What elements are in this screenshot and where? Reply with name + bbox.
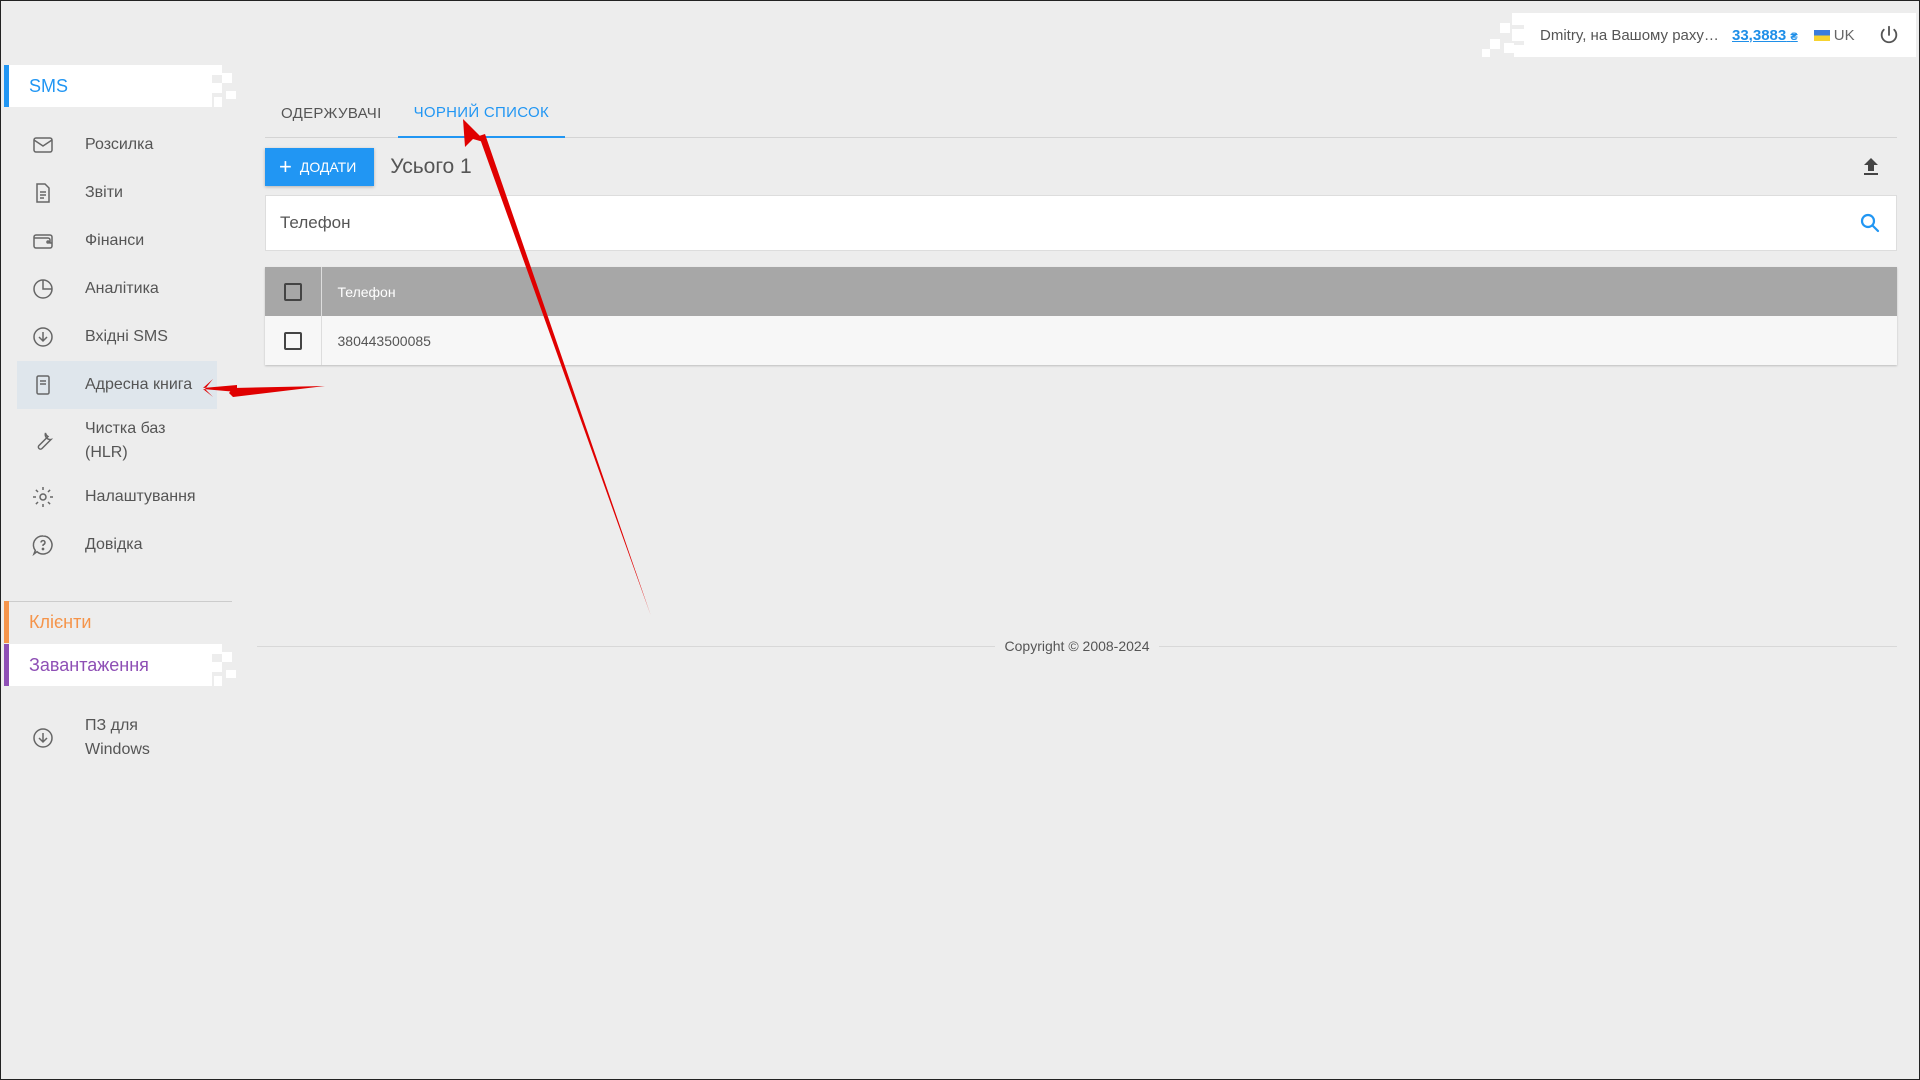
tab-bar: ОДЕРЖУВАЧІ ЧОРНИЙ СПИСОК <box>265 89 1897 138</box>
sidebar-item-label: Звіти <box>85 184 123 201</box>
sidebar-item-incoming-sms[interactable]: Вхідні SMS <box>17 313 217 361</box>
plus-icon: + <box>279 154 292 179</box>
sidebar-downloads-nav: ПЗ для Windows <box>17 706 217 770</box>
tab-blacklist[interactable]: ЧОРНИЙ СПИСОК <box>397 89 565 138</box>
select-all-cell <box>265 267 322 316</box>
tab-recipients[interactable]: ОДЕРЖУВАЧІ <box>265 89 398 137</box>
sidebar-item-label: ПЗ для Windows <box>85 717 150 758</box>
power-icon[interactable] <box>1878 24 1900 46</box>
phone-search-input[interactable] <box>280 213 1858 233</box>
envelope-icon <box>33 137 53 153</box>
sidebar-item-settings[interactable]: Налаштування <box>17 473 217 521</box>
sidebar-item-label: Налаштування <box>85 488 196 505</box>
sidebar-item-label: Фінанси <box>85 232 145 249</box>
sidebar-section-label: SMS <box>29 75 69 96</box>
add-button[interactable]: + ДОДАТИ <box>265 148 375 186</box>
total-count: Усього 1 <box>390 155 472 178</box>
sidebar: SMS Розсилка Звіти Фінанси Аналітика Вхі… <box>1 1 236 1080</box>
user-bar: Dmitry, на Вашому рахунку 33,3883 ₴ UK <box>1482 13 1916 57</box>
phone-cell: 380443500085 <box>337 332 431 349</box>
sidebar-item-mailing[interactable]: Розсилка <box>17 121 217 169</box>
pixel-decoration <box>200 644 236 686</box>
search-bar <box>265 195 1897 251</box>
language-selector[interactable]: UK <box>1813 26 1855 44</box>
download-circle-icon <box>33 728 53 748</box>
balance-link[interactable]: 33,3883 ₴ <box>1732 27 1798 44</box>
copyright-text: Copyright © 2008-2024 <box>994 638 1160 654</box>
column-header-phone[interactable]: Телефон <box>321 267 1897 316</box>
wrench-icon <box>37 432 54 450</box>
table-row[interactable]: 380443500085 <box>265 316 1897 365</box>
document-icon <box>36 183 50 203</box>
sidebar-item-label: Вхідні SMS <box>85 328 168 345</box>
select-all-checkbox[interactable] <box>283 282 302 301</box>
sidebar-item-address-book[interactable]: Адресна книга <box>17 361 217 409</box>
download-circle-icon <box>33 327 53 347</box>
sidebar-nav: Розсилка Звіти Фінанси Аналітика Вхідні … <box>17 121 217 569</box>
sidebar-item-reports[interactable]: Звіти <box>17 169 217 217</box>
wallet-icon <box>33 234 53 249</box>
sidebar-item-label: Чистка баз (HLR) <box>85 420 166 461</box>
table-header-row: Телефон <box>265 267 1897 316</box>
sidebar-item-windows-software[interactable]: ПЗ для Windows <box>17 706 217 770</box>
sidebar-section-sms[interactable]: SMS <box>4 65 236 107</box>
row-checkbox[interactable] <box>283 331 302 350</box>
main-content: ОДЕРЖУВАЧІ ЧОРНИЙ СПИСОК + ДОДАТИ Усього… <box>265 89 1897 365</box>
sidebar-item-label: Аналітика <box>85 280 159 297</box>
footer: Copyright © 2008-2024 <box>257 638 1897 665</box>
pie-chart-icon <box>33 279 53 299</box>
help-icon <box>32 535 53 557</box>
book-icon <box>36 375 50 395</box>
sidebar-section-downloads[interactable]: Завантаження <box>4 644 236 686</box>
row-select-cell <box>265 316 322 365</box>
add-button-label: ДОДАТИ <box>299 159 357 175</box>
sidebar-section-clients[interactable]: Клієнти <box>4 601 200 643</box>
pixel-decoration <box>1482 13 1524 57</box>
search-icon[interactable] <box>1858 211 1882 235</box>
currency-sign: ₴ <box>1790 30 1798 43</box>
gear-icon <box>33 487 53 507</box>
sidebar-item-hlr[interactable]: Чистка баз (HLR) <box>17 409 217 473</box>
blacklist-table: Телефон 380443500085 <box>265 267 1897 365</box>
sidebar-item-label: Адресна книга <box>85 376 193 393</box>
sidebar-section-label: Завантаження <box>29 654 149 675</box>
language-code: UK <box>1833 26 1855 44</box>
sidebar-item-finance[interactable]: Фінанси <box>17 217 217 265</box>
ukraine-flag-icon <box>1813 29 1830 41</box>
upload-icon[interactable] <box>1859 155 1883 179</box>
greeting-text: Dmitry, на Вашому рахунку <box>1540 26 1720 44</box>
balance-value: 33,3883 <box>1732 26 1787 44</box>
sidebar-item-analytics[interactable]: Аналітика <box>17 265 217 313</box>
sidebar-item-help[interactable]: Довідка <box>17 521 217 569</box>
pixel-decoration <box>200 65 236 107</box>
toolbar: + ДОДАТИ Усього 1 <box>265 139 1897 195</box>
sidebar-item-label: Розсилка <box>85 136 154 153</box>
sidebar-item-label: Довідка <box>85 536 143 553</box>
sidebar-section-label: Клієнти <box>29 611 92 632</box>
